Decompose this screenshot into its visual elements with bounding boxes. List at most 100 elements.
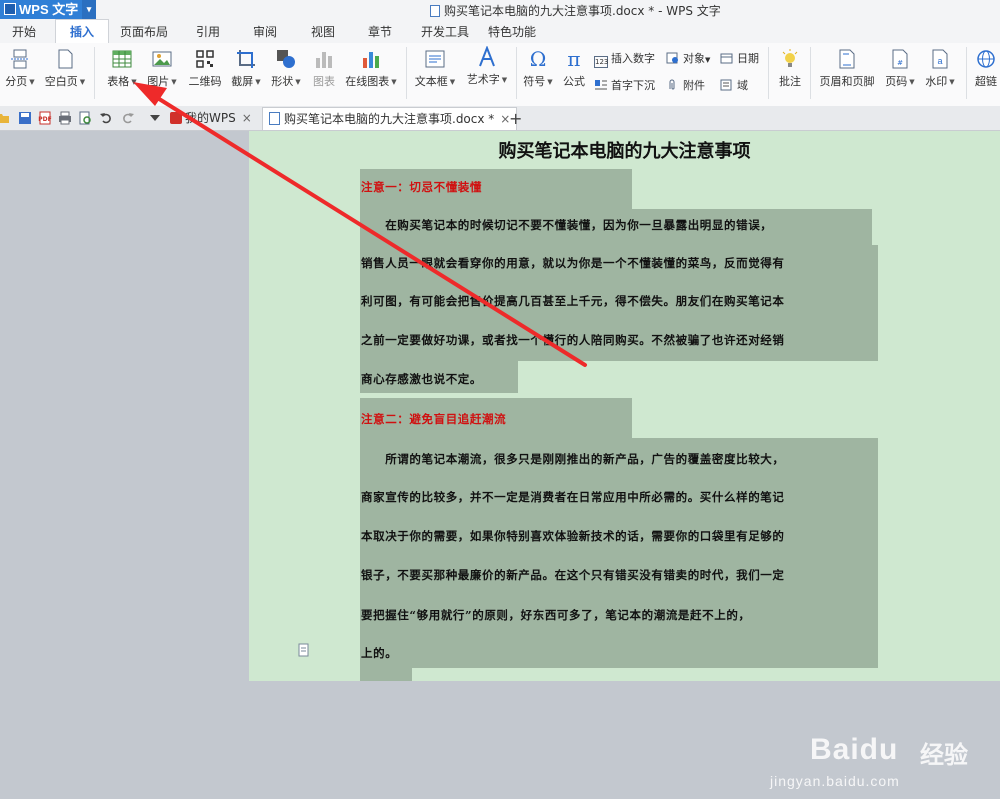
tab-special[interactable]: 特色功能	[488, 23, 536, 40]
paragraph-line: 之前一定要做好功课，或者找一个懂行的人陪同购买。不然被骗了也许还对经销	[361, 333, 785, 347]
document-icon	[430, 5, 440, 17]
bar-chart-icon	[316, 52, 332, 68]
page-break-button[interactable]: 分页 ▼	[2, 48, 38, 89]
dropcap-icon	[595, 80, 607, 90]
attachment-button[interactable]: 附件	[666, 77, 705, 93]
document-heading: 购买笔记本电脑的九大注意事项	[498, 141, 751, 162]
paragraph-line: 商家宣传的比较多，并不一定是消费者在日常应用中所必需的。买什么样的笔记	[361, 490, 785, 504]
watermark-cn: 经验	[920, 741, 968, 769]
ribbon-divider	[768, 47, 769, 99]
page-break-icon	[11, 49, 29, 69]
tab-review[interactable]: 审阅	[253, 23, 277, 40]
shapes-icon	[277, 50, 295, 68]
section-title: 注意一：切忌不懂装懂	[361, 180, 482, 194]
print-icon[interactable]	[58, 111, 72, 125]
field-button[interactable]: 域	[720, 77, 748, 93]
wps-logo-icon	[4, 3, 16, 15]
screenshot-button[interactable]: 截屏 ▼	[228, 48, 264, 89]
symbol-button[interactable]: Ω 符号 ▼	[520, 48, 556, 89]
wordart-icon	[479, 46, 495, 67]
document-icon	[269, 112, 280, 125]
tab-view[interactable]: 视图	[311, 23, 335, 40]
svg-text:a: a	[937, 56, 942, 66]
picture-button[interactable]: 图片 ▼	[144, 48, 180, 89]
watermark-brand: Baidu	[810, 733, 899, 766]
header-footer-icon	[839, 49, 855, 69]
table-button[interactable]: 表格 ▼	[104, 48, 140, 89]
wps-home-icon	[170, 112, 182, 124]
qrcode-icon	[196, 50, 214, 68]
tab-references[interactable]: 引用	[196, 23, 220, 40]
tab-my-wps[interactable]: 我的WPS ×	[170, 107, 252, 130]
ribbon-divider	[810, 47, 811, 99]
paragraph-line: 销售人员一眼就会看穿你的用意，就以为你是一个不懂装懂的菜鸟，反而觉得有	[361, 256, 785, 270]
tab-page-layout[interactable]: 页面布局	[120, 23, 168, 40]
document-tab-bar: PDF 我的WPS × 购买笔记本电脑的九大注意事项.docx * × +	[0, 106, 1000, 131]
svg-text:π: π	[567, 48, 580, 70]
chevron-down-icon[interactable]: ▾	[82, 0, 96, 19]
textbox-icon	[425, 50, 445, 68]
dropcap-button[interactable]: 首字下沉	[594, 77, 655, 93]
open-folder-icon[interactable]	[0, 111, 10, 125]
field-icon	[720, 79, 732, 91]
omega-symbol-icon: Ω	[530, 48, 547, 70]
export-pdf-icon[interactable]: PDF	[38, 111, 52, 125]
document-workspace: 购买笔记本电脑的九大注意事项 注意一：切忌不懂装懂 在购买笔记本的时候切记不要不…	[0, 131, 1000, 789]
baidu-jingyan-watermark: Baidu 经验 jingyan.baidu.com	[770, 729, 995, 799]
page-number-icon: #	[892, 49, 908, 69]
window-title: 购买笔记本电脑的九大注意事项.docx * - WPS 文字	[430, 2, 721, 19]
object-button[interactable]: 对象▼	[666, 50, 710, 66]
globe-link-icon	[977, 50, 995, 68]
textbox-button[interactable]: 文本框 ▼	[412, 48, 458, 89]
ribbon-insert: 分页 ▼ 空白页 ▼ 表格 ▼ 图片 ▼ 二维码 截屏 ▼ 形状 ▼ 图表 在线图表 ▼ 文本…	[0, 43, 1000, 107]
app-name: WPS 文字	[19, 2, 79, 17]
paragraph-line: 所谓的笔记本潮流，很多只是刚刚推出的新产品，广告的覆盖密度比较大，	[361, 452, 785, 466]
chart-button[interactable]: 图表	[308, 48, 340, 89]
insert-number-button[interactable]: 123 插入数字	[594, 50, 655, 68]
online-chart-button[interactable]: 在线图表 ▼	[342, 48, 400, 89]
tab-developer[interactable]: 开发工具	[421, 23, 469, 40]
paragraph-line: 要把握住“够用就行”的原则，好东西可多了，笔记本的潮流是赶不上的，	[361, 608, 751, 622]
tab-document[interactable]: 购买笔记本电脑的九大注意事项.docx * ×	[262, 107, 518, 130]
online-chart-icon	[363, 52, 379, 68]
picture-icon	[152, 51, 172, 67]
svg-text:#: #	[897, 59, 903, 67]
document-page[interactable]: 购买笔记本电脑的九大注意事项 注意一：切忌不懂装懂 在购买笔记本的时候切记不要不…	[249, 131, 1000, 681]
pi-formula-icon: π	[567, 48, 580, 70]
svg-text:PDF: PDF	[38, 116, 51, 123]
hyperlink-button[interactable]: 超链	[972, 48, 1000, 89]
tab-chapter[interactable]: 章节	[368, 23, 392, 40]
tab-home[interactable]: 开始	[12, 23, 36, 40]
watermark-url: jingyan.baidu.com	[770, 773, 900, 789]
undo-icon[interactable]	[99, 111, 113, 125]
date-button[interactable]: 日期	[720, 50, 759, 66]
ribbon-divider	[406, 47, 407, 99]
header-footer-button[interactable]: 页眉和页脚	[816, 48, 878, 89]
qrcode-button[interactable]: 二维码	[186, 48, 224, 89]
paragraph-line: 银子，不要买那种最廉价的新产品。在这个只有错买没有错卖的时代，我们一定	[361, 568, 785, 582]
close-icon[interactable]: ×	[242, 107, 252, 130]
shapes-button[interactable]: 形状 ▼	[268, 48, 304, 89]
paragraph-line: 商心存感激也说不定。	[361, 372, 482, 386]
section-title: 注意二：避免盲目追赶潮流	[361, 412, 507, 426]
print-preview-icon[interactable]	[78, 111, 92, 125]
comment-button[interactable]: 批注	[774, 48, 806, 89]
screenshot-icon	[237, 50, 255, 68]
text-shading	[360, 438, 878, 668]
blank-page-button[interactable]: 空白页 ▼	[42, 48, 88, 89]
watermark-button[interactable]: a 水印 ▼	[922, 48, 958, 89]
wordart-button[interactable]: 艺术字 ▼	[463, 46, 511, 87]
tab-insert[interactable]: 插入	[55, 19, 110, 43]
formula-button[interactable]: π 公式	[558, 48, 590, 89]
comment-icon	[782, 49, 798, 67]
page-number-button[interactable]: # 页码 ▼	[882, 48, 918, 89]
paragraph-line: 在购买笔记本的时候切记不要不懂装懂，因为你一旦暴露出明显的错误，	[361, 218, 773, 232]
svg-text:Ω: Ω	[530, 48, 547, 70]
number-icon: 123	[594, 56, 609, 68]
quick-access-dropdown-icon[interactable]	[150, 114, 160, 122]
wps-app-menu-button[interactable]: WPS 文字 ▾	[0, 0, 96, 19]
paragraph-layout-icon[interactable]	[297, 643, 311, 657]
save-icon[interactable]	[18, 111, 32, 125]
redo-icon[interactable]	[121, 111, 135, 125]
new-tab-button[interactable]: +	[509, 109, 522, 128]
